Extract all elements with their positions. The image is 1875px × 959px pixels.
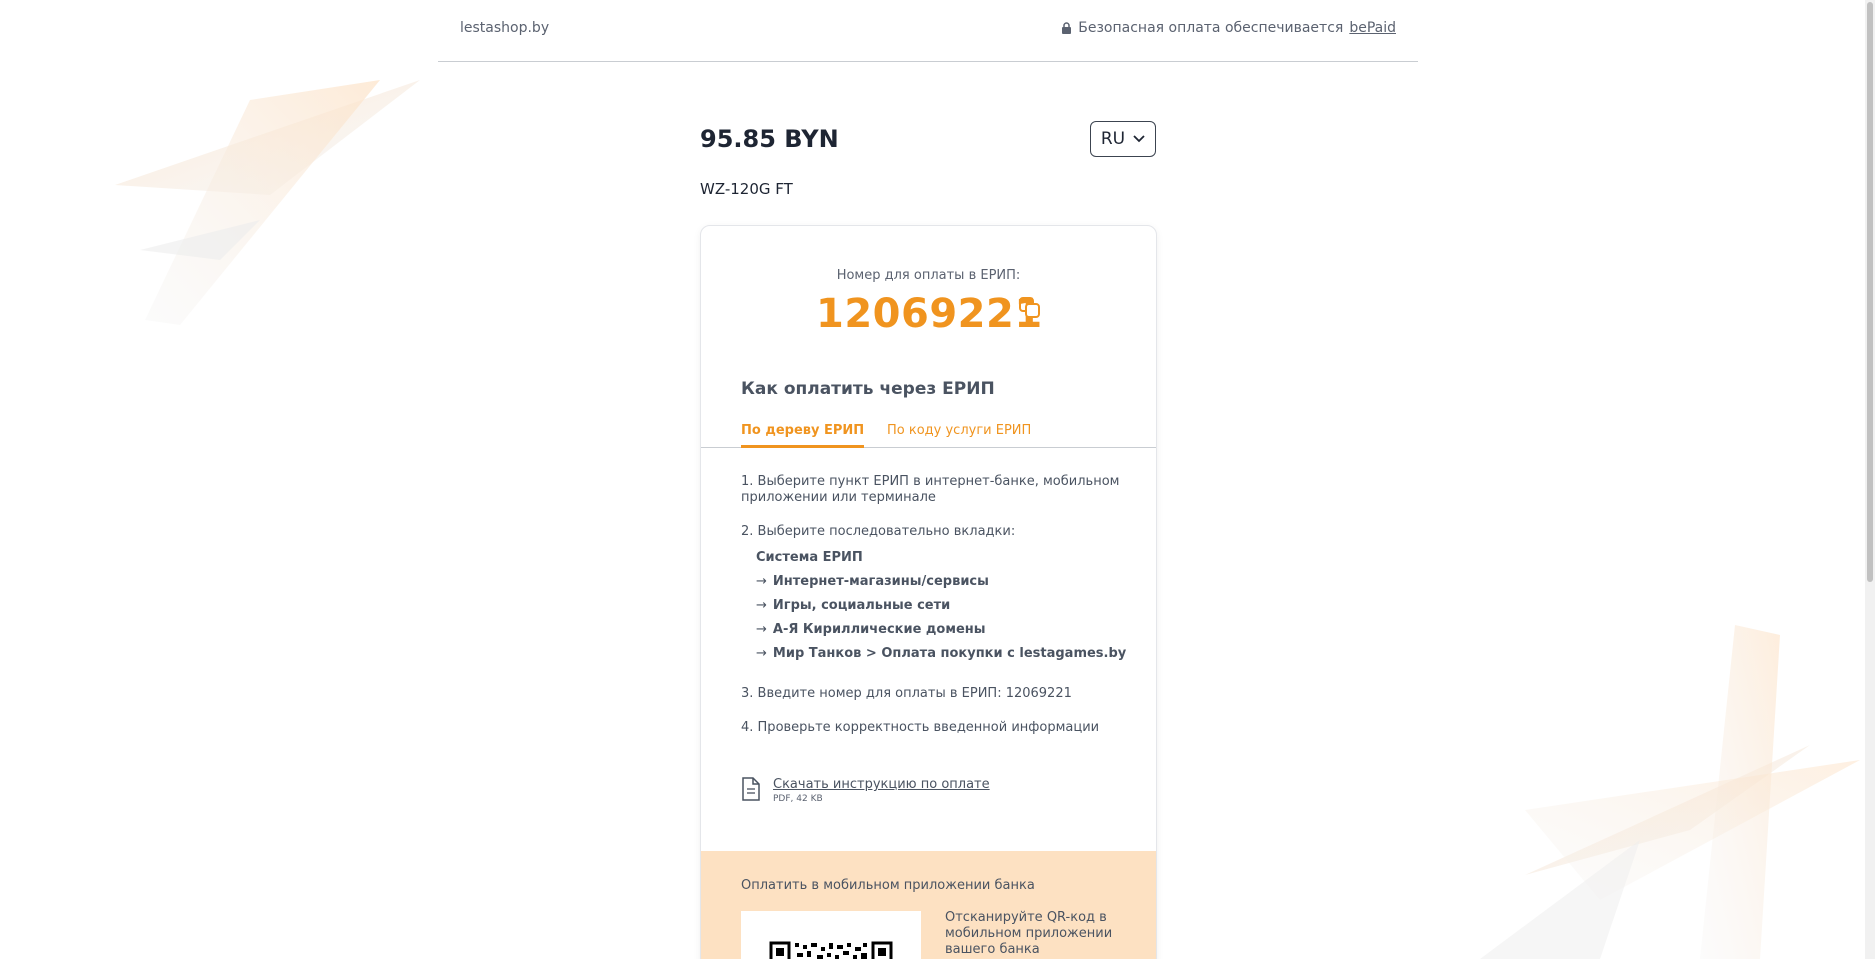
arrow-right-icon: → [756, 574, 767, 589]
bank-app-section: Оплатить в мобильном приложении банка От… [701, 851, 1156, 959]
step-3: 3. Введите номер для оплаты в ЕРИП: 1206… [741, 686, 1072, 701]
arrow-right-icon: → [756, 598, 767, 613]
document-icon [742, 777, 760, 801]
qr-code-image [769, 941, 893, 959]
tree-item: → Интернет-магазины/сервисы [756, 574, 989, 589]
tree-root: Система ЕРИП [756, 550, 863, 565]
chevron-down-icon [1133, 135, 1145, 143]
page-scrollbar[interactable] [1865, 0, 1875, 959]
download-instruction-link[interactable]: Скачать инструкцию по оплате [773, 777, 990, 792]
how-to-pay-title: Как оплатить через ЕРИП [741, 379, 995, 399]
qr-code [741, 911, 921, 959]
scrollbar-thumb[interactable] [1867, 2, 1873, 582]
tab-erip-service-code[interactable]: По коду услуги ЕРИП [887, 423, 1031, 438]
erip-tabs: По дереву ЕРИП По коду услуги ЕРИП [701, 418, 1156, 448]
copy-icon[interactable] [1019, 297, 1041, 319]
erip-tree: Система ЕРИП → Интернет-магазины/сервисы … [756, 546, 1131, 666]
erip-card: Номер для оплаты в ЕРИП: 12069221 Как оп… [700, 225, 1157, 959]
erip-code-label: Номер для оплаты в ЕРИП: [836, 268, 1021, 283]
download-file-meta: PDF, 42 KB [773, 794, 823, 804]
language-select[interactable]: RU [1090, 121, 1156, 157]
download-instruction: Скачать инструкцию по оплате PDF, 42 KB [741, 777, 990, 804]
step-1: 1. Выберите пункт ЕРИП в интернет-банке,… [741, 474, 1120, 505]
arrow-right-icon: → [756, 622, 767, 637]
payment-amount: 95.85 BYN [700, 125, 839, 153]
lock-icon [1062, 22, 1072, 34]
product-name: WZ-120G FT [700, 180, 793, 198]
step-4: 4. Проверьте корректность введенной инфо… [741, 720, 1100, 735]
language-value: RU [1100, 129, 1126, 149]
step-2: 2. Выберите последовательно вкладки: [741, 524, 1016, 539]
tab-erip-tree[interactable]: По дереву ЕРИП [741, 423, 865, 448]
bank-app-title: Оплатить в мобильном приложении банка [741, 878, 1035, 893]
tree-item: → Игры, социальные сети [756, 598, 951, 613]
qr-hint: Отсканируйте QR-код в мобильном приложен… [945, 910, 1113, 957]
erip-steps: 1. Выберите пункт ЕРИП в интернет-банке,… [741, 474, 1131, 754]
secure-text: Безопасная оплата обеспечивается [1078, 20, 1344, 36]
secure-payment-note: Безопасная оплата обеспечивается bePaid [1061, 20, 1396, 36]
top-bar: lestashop.by Безопасная оплата обеспечив… [438, 0, 1418, 62]
arrow-right-icon: → [756, 646, 767, 661]
erip-code-value: 12069221 [816, 291, 1043, 337]
tree-item: → А-Я Кириллические домены [756, 622, 986, 637]
shop-name: lestashop.by [460, 20, 550, 36]
provider-link[interactable]: bePaid [1349, 20, 1396, 36]
tree-item: → Мир Танков > Оплата покупки с lestagame… [756, 646, 1127, 661]
